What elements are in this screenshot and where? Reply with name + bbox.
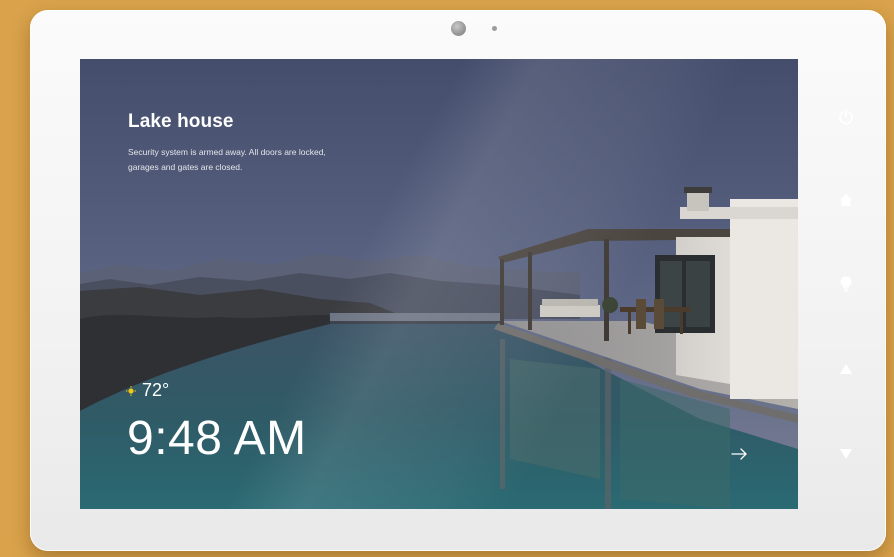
temperature-value: 72° (142, 380, 170, 400)
display-screen[interactable]: Lake house Security system is armed away… (80, 59, 798, 509)
arrow-down-icon (840, 449, 852, 459)
security-status-text: Security system is armed away. All doors… (128, 147, 326, 172)
lights-button[interactable] (830, 268, 862, 300)
lightbulb-icon (840, 276, 852, 292)
home-button[interactable] (830, 184, 862, 216)
sun-icon (126, 385, 136, 396)
arrow-right-icon (731, 448, 747, 460)
down-button[interactable] (830, 438, 862, 470)
next-arrow-button[interactable] (728, 442, 752, 466)
touch-panel-device: Lake house Security system is armed away… (30, 10, 886, 551)
home-icon (840, 194, 852, 206)
weather-widget[interactable]: 72° (126, 380, 169, 401)
camera-lens (451, 21, 466, 36)
location-title: Lake house (128, 111, 234, 132)
power-button[interactable] (830, 101, 862, 133)
clock-time: 9:48 AM (127, 412, 307, 465)
ambient-sensor (492, 26, 497, 31)
up-button[interactable] (830, 353, 862, 385)
power-icon (839, 109, 853, 125)
side-button-column (826, 10, 866, 551)
arrow-up-icon (840, 364, 852, 374)
